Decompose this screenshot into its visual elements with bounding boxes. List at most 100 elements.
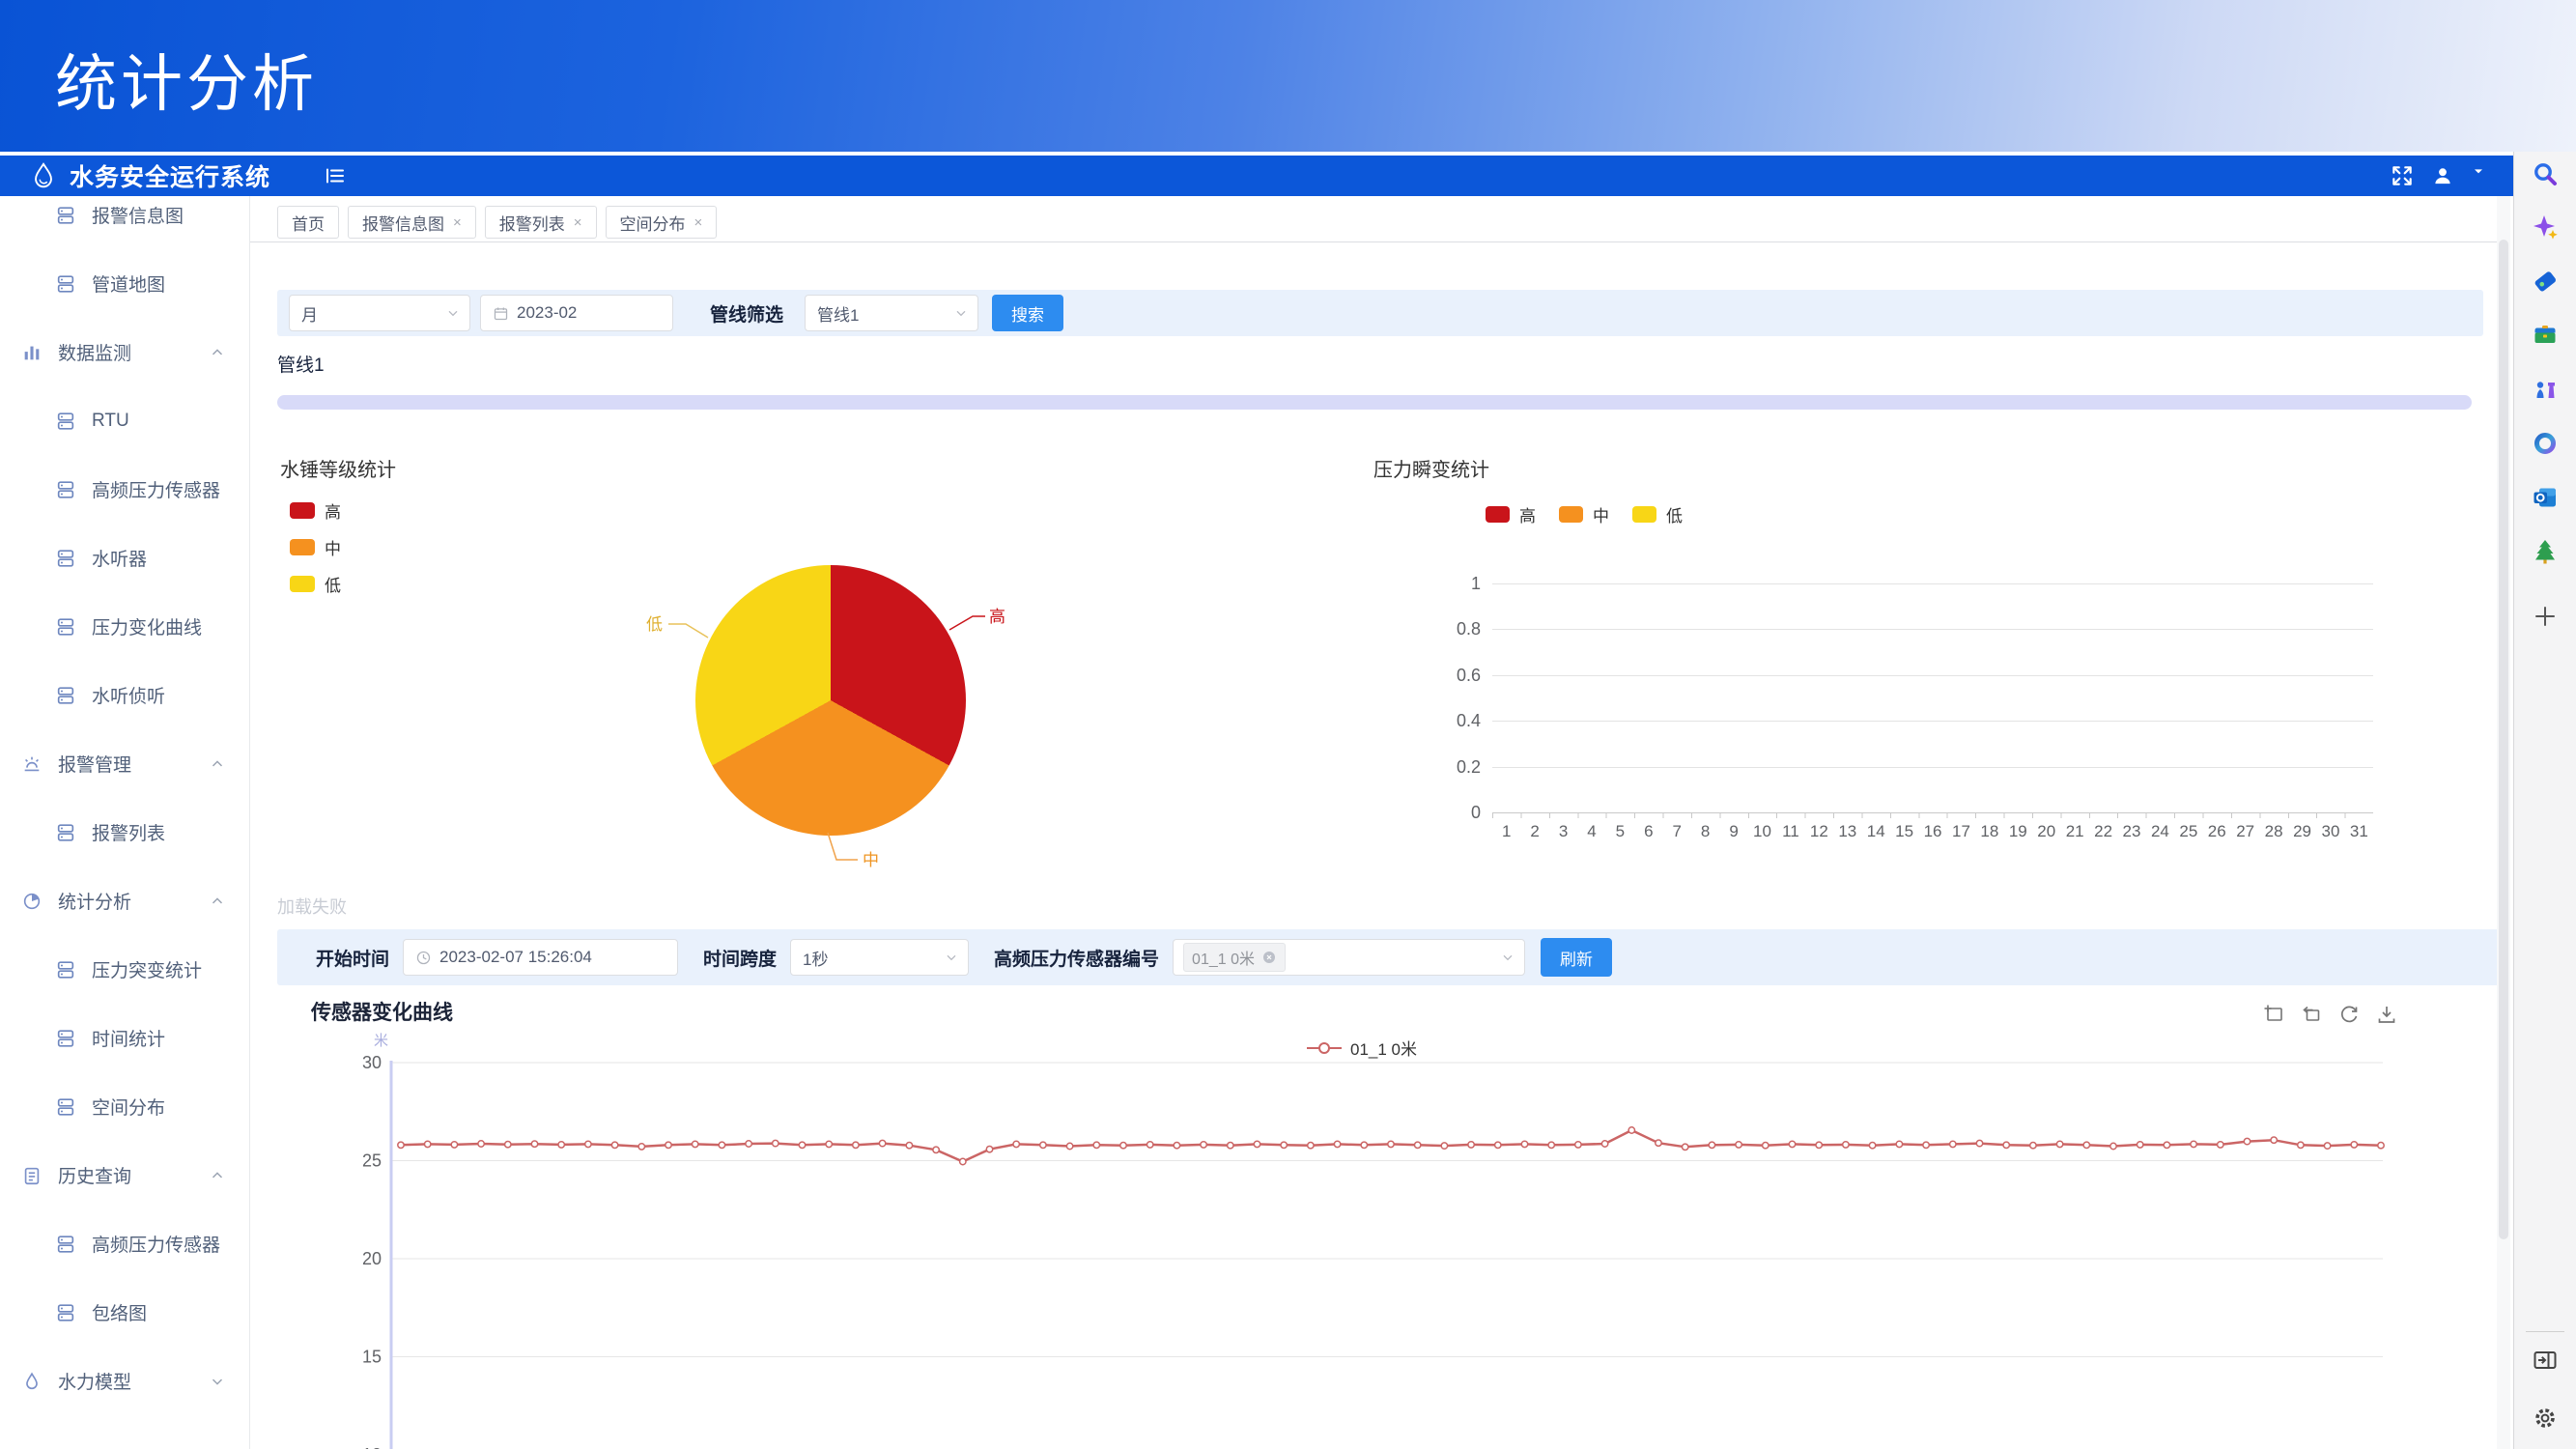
sidebar-item-label: 统计分析: [58, 888, 131, 914]
title-banner: 统计分析: [0, 0, 2576, 152]
page-tab[interactable]: 首页: [277, 206, 339, 239]
microsoft-365-icon[interactable]: [2531, 429, 2560, 458]
month-picker-input[interactable]: 2023-02: [480, 295, 673, 331]
gridline: [1492, 767, 2373, 768]
copilot-sparkle-icon[interactable]: [2531, 213, 2560, 242]
tab-label: 首页: [292, 211, 325, 235]
sidebar-item[interactable]: 管道地图: [0, 249, 249, 318]
x-tick-label: 5: [1606, 822, 1634, 841]
sidebar-item[interactable]: 报警信息图: [0, 196, 249, 249]
sidebar-item[interactable]: 水力模型: [0, 1347, 249, 1415]
restore-icon[interactable]: [2337, 1003, 2361, 1026]
time-span-select[interactable]: 1秒: [790, 939, 969, 976]
svg-text:10: 10: [362, 1445, 382, 1449]
page-tab[interactable]: 报警列表 ×: [485, 206, 597, 239]
collapse-panel-icon[interactable]: [2531, 1346, 2560, 1375]
sensor-line-chart[interactable]: 3025201510: [328, 1053, 2395, 1449]
msn-tree-icon[interactable]: [2531, 537, 2560, 566]
chevron-down-icon: [445, 305, 461, 321]
sidebar-item-label: 时间统计: [92, 1025, 165, 1051]
fullscreen-icon[interactable]: [2390, 163, 2415, 188]
sidebar-item[interactable]: 统计分析: [0, 867, 249, 935]
page-tab[interactable]: 空间分布 ×: [606, 206, 718, 239]
start-time-input[interactable]: 2023-02-07 15:26:04: [403, 939, 678, 976]
sidebar-item[interactable]: 包络图: [0, 1278, 249, 1347]
tab-close-icon[interactable]: ×: [453, 214, 462, 231]
sidebar-item[interactable]: 空间分布: [0, 1072, 249, 1141]
legend-item[interactable]: 中: [290, 535, 341, 559]
area-zoom-icon[interactable]: [2262, 1003, 2285, 1026]
legend-item[interactable]: 高: [290, 498, 341, 523]
menu-card-icon: [55, 685, 76, 706]
zoom-restore-icon[interactable]: [2300, 1003, 2323, 1026]
sidebar-item[interactable]: 报警列表: [0, 798, 249, 867]
download-icon[interactable]: [2375, 1003, 2398, 1026]
y-tick-label: 1: [1423, 573, 1481, 594]
x-tick-label: 21: [2060, 822, 2088, 841]
shopping-tag-icon[interactable]: [2531, 267, 2560, 296]
browser-sidebar: [2513, 152, 2576, 1449]
svg-text:中: 中: [863, 851, 879, 869]
menu-collapse-icon[interactable]: [324, 164, 347, 187]
svg-text:低: 低: [646, 615, 663, 634]
menu-card-icon: [55, 411, 76, 432]
sidebar-item[interactable]: 高频压力传感器: [0, 455, 249, 524]
sidebar-item[interactable]: 数据监测: [0, 318, 249, 386]
pipeline-name: 管线1: [277, 351, 325, 377]
sidebar-item[interactable]: RTU: [0, 386, 249, 455]
chevron-down-icon: [953, 305, 969, 321]
sidebar-item[interactable]: 水听器: [0, 524, 249, 592]
transient-legend: 高 中 低: [1486, 502, 1683, 526]
x-tick-label: 2: [1520, 822, 1548, 841]
tag-remove-icon[interactable]: [1261, 950, 1277, 965]
toolbox-icon[interactable]: [2531, 321, 2560, 350]
settings-gear-icon[interactable]: [2531, 1404, 2560, 1433]
x-tick-label: 15: [1890, 822, 1918, 841]
legend-item[interactable]: 高: [1486, 502, 1536, 526]
legend-item[interactable]: 中: [1559, 502, 1609, 526]
pie-chart-icon: [21, 891, 42, 912]
main-content: 首页 报警信息图 × 报警列表 × 空间分布 × 月: [250, 196, 2497, 1449]
tab-close-icon[interactable]: ×: [574, 214, 582, 231]
sidebar-item[interactable]: 压力突变统计: [0, 935, 249, 1004]
start-time-label: 开始时间: [316, 945, 389, 971]
outlook-icon[interactable]: [2531, 483, 2560, 512]
chart-toolbar: [2262, 1003, 2398, 1026]
chart-bars-icon: [21, 342, 42, 363]
sidebar-item-label: 报警信息图: [92, 202, 184, 228]
app-header: 水务安全运行系统: [0, 156, 2513, 196]
svg-text:30: 30: [362, 1053, 382, 1072]
load-failed-text: 加载失败: [277, 894, 347, 919]
sidebar-item-label: 压力突变统计: [92, 956, 202, 982]
legend-label: 中: [1593, 502, 1609, 526]
search-icon[interactable]: [2531, 159, 2560, 188]
chevron-down-icon: [1500, 950, 1515, 965]
tab-close-icon[interactable]: ×: [694, 214, 703, 231]
sidebar-item[interactable]: 时间统计: [0, 1004, 249, 1072]
sidebar-item[interactable]: 水听侦听: [0, 661, 249, 729]
scrollbar-thumb[interactable]: [2499, 240, 2508, 1239]
sensor-id-multiselect[interactable]: 01_1 0米: [1173, 939, 1525, 976]
user-menu-caret-icon[interactable]: [2471, 163, 2486, 188]
transient-chart-grid[interactable]: 1 0.8 0.6 0.4 0.2 0: [1492, 583, 2373, 812]
legend-item[interactable]: 低: [290, 572, 341, 596]
add-plus-icon[interactable]: [2531, 602, 2560, 631]
sidebar-item[interactable]: 报警管理: [0, 729, 249, 798]
legend-label: 中: [325, 535, 341, 559]
chevron-up-icon: [209, 1167, 226, 1184]
pipeline-select[interactable]: 管线1: [805, 295, 978, 331]
search-button[interactable]: 搜索: [992, 295, 1063, 331]
sidebar-item-label: RTU: [92, 411, 129, 432]
games-icon[interactable]: [2531, 375, 2560, 404]
legend-item[interactable]: 低: [1632, 502, 1683, 526]
refresh-button[interactable]: 刷新: [1541, 938, 1612, 977]
sidebar-item[interactable]: 高频压力传感器: [0, 1209, 249, 1278]
water-hammer-pie-chart[interactable]: [695, 565, 966, 836]
dashboard-page: 统计分析 水务安全运行系统 报警信息图: [0, 0, 2576, 1449]
sidebar-item[interactable]: 压力变化曲线: [0, 592, 249, 661]
y-tick-label: 0.4: [1423, 710, 1481, 731]
user-avatar-icon[interactable]: [2430, 163, 2455, 188]
period-select[interactable]: 月: [289, 295, 470, 331]
page-tab[interactable]: 报警信息图 ×: [348, 206, 476, 239]
sidebar-item[interactable]: 历史查询: [0, 1141, 249, 1209]
